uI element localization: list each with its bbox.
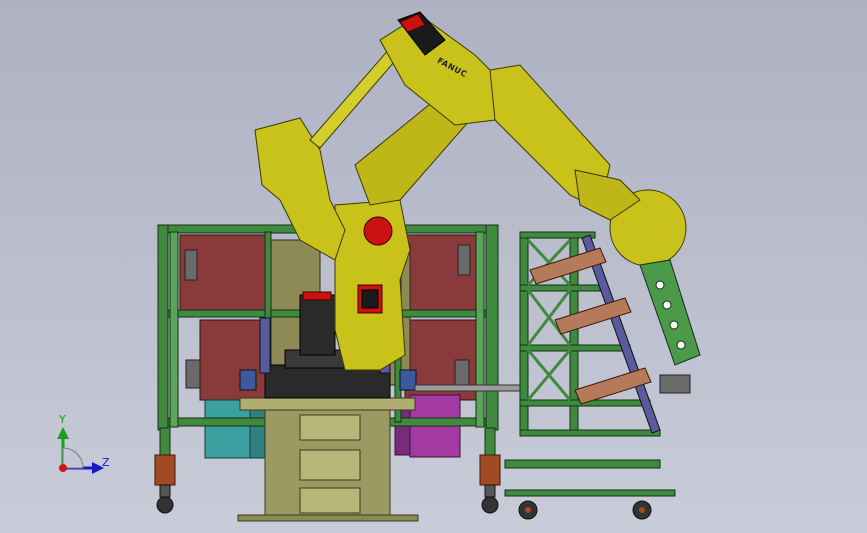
cad-model-scene[interactable] [0, 0, 867, 533]
y-axis-label: Y [59, 413, 66, 426]
cad-viewport[interactable]: FANUC Y Z [0, 0, 867, 533]
z-axis-label: Z [102, 456, 110, 469]
